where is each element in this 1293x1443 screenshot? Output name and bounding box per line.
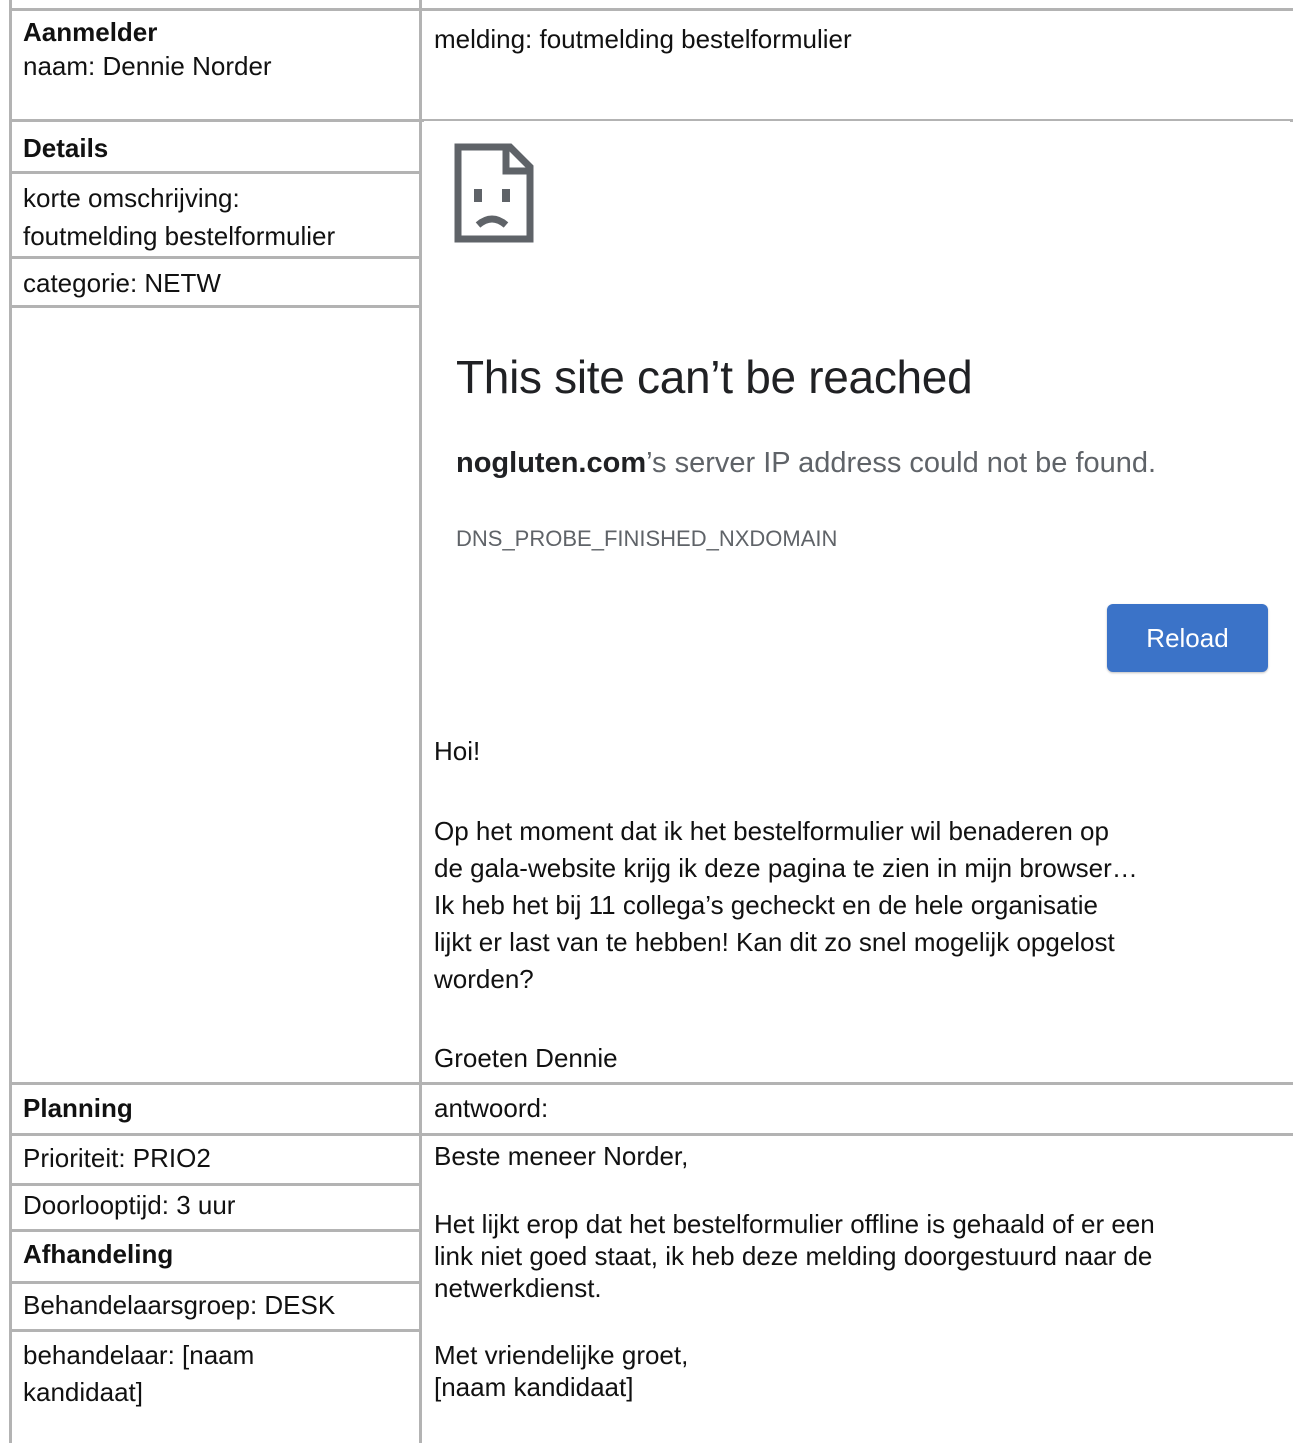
planning-heading: Planning xyxy=(23,1093,133,1123)
column-divider xyxy=(419,0,422,1443)
antwoord-body-line: netwerkdienst. xyxy=(434,1273,602,1303)
korte-omschrijving-value: foutmelding bestelformulier xyxy=(23,221,336,251)
message-line: de gala-website krijg ik deze pagina te … xyxy=(434,853,1138,883)
categorie: categorie: NETW xyxy=(23,268,221,298)
aanmelder-naam: naam: Dennie Norder xyxy=(23,51,272,81)
left-border xyxy=(9,0,12,1443)
message-closing: Groeten Dennie xyxy=(434,1043,618,1073)
error-host: nogluten.com xyxy=(456,447,647,479)
row-divider-categorie xyxy=(9,305,420,308)
message-greeting: Hoi! xyxy=(434,736,481,766)
reload-button[interactable]: Reload xyxy=(1107,604,1268,672)
row-divider-doorlooptijd xyxy=(9,1229,420,1232)
row-divider-details-header xyxy=(9,171,420,174)
behandelaarsgroep: Behandelaarsgroep: DESK xyxy=(23,1290,336,1320)
message-line: Op het moment dat ik het bestelformulier… xyxy=(434,816,1109,846)
row-divider-afhandeling xyxy=(9,1281,420,1284)
error-detail: nogluten.com’s server IP address could n… xyxy=(456,445,1156,481)
row-divider-planning-header xyxy=(9,1133,1293,1136)
error-detail-rest: ’s server IP address could not be found. xyxy=(646,447,1157,479)
sad-page-icon xyxy=(454,143,534,243)
error-title: This site can’t be reached xyxy=(456,351,973,403)
antwoord-label: antwoord: xyxy=(434,1093,549,1123)
aanmelder-heading: Aanmelder xyxy=(23,17,158,47)
error-code: DNS_PROBE_FINISHED_NXDOMAIN xyxy=(456,526,838,551)
row-divider-omschrijving xyxy=(9,256,420,259)
melding-text: melding: foutmelding bestelformulier xyxy=(434,24,852,54)
row-divider-prioriteit xyxy=(9,1183,420,1186)
prioriteit: Prioriteit: PRIO2 xyxy=(23,1143,211,1173)
top-border xyxy=(9,8,1293,11)
antwoord-body-line: Het lijkt erop dat het bestelformulier o… xyxy=(434,1209,1155,1239)
message-line: lijkt er last van te hebben! Kan dit zo … xyxy=(434,927,1115,957)
details-heading: Details xyxy=(23,133,109,163)
browser-error-screenshot: This site can’t be reached nogluten.com’… xyxy=(424,121,1290,696)
antwoord-salutation: Beste meneer Norder, xyxy=(434,1141,689,1171)
row-divider-behandelaarsgroep xyxy=(9,1329,420,1332)
message-line: Ik heb het bij 11 collega’s gecheckt en … xyxy=(434,890,1098,920)
behandelaar-line1: behandelaar: [naam xyxy=(23,1340,255,1370)
message-line: worden? xyxy=(434,964,534,994)
afhandeling-heading: Afhandeling xyxy=(23,1239,174,1269)
doorlooptijd: Doorlooptijd: 3 uur xyxy=(23,1190,236,1220)
antwoord-body-line: link niet goed staat, ik heb deze meldin… xyxy=(434,1241,1153,1271)
antwoord-signature: [naam kandidaat] xyxy=(434,1372,634,1402)
row-divider-planning xyxy=(9,1082,1293,1085)
korte-omschrijving-label: korte omschrijving: xyxy=(23,183,240,213)
ticket-form: Aanmelder naam: Dennie Norder melding: f… xyxy=(0,0,1293,1443)
behandelaar-line2: kandidaat] xyxy=(23,1377,143,1407)
antwoord-closing: Met vriendelijke groet, xyxy=(434,1340,689,1370)
